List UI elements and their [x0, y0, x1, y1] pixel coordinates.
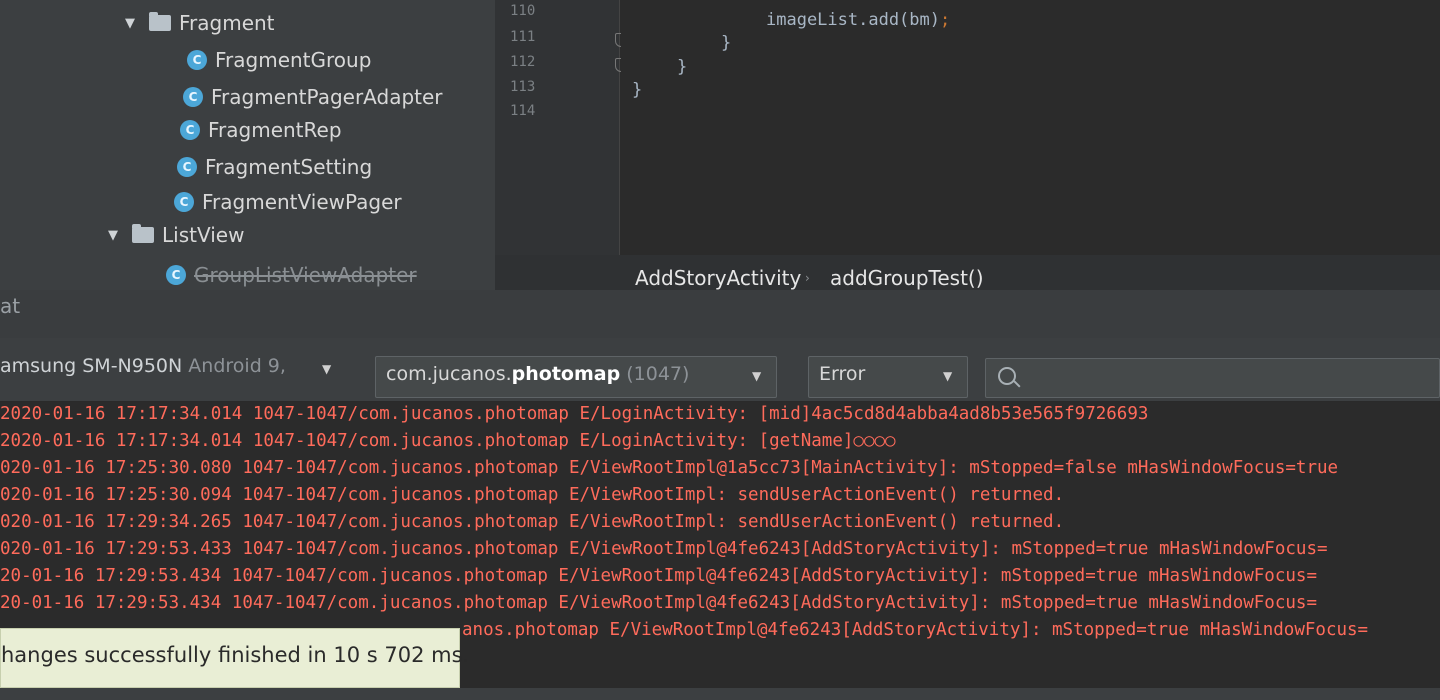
line-number: 114 [510, 103, 536, 119]
class-label: FragmentSetting [205, 155, 373, 179]
logcat-filter-bar: amsung SM-N950N Android 9, ▼ com.jucanos… [0, 338, 1440, 402]
expand-arrow-icon[interactable]: ▼ [125, 16, 141, 31]
class-label: GroupListViewAdapter [194, 263, 417, 287]
expand-arrow-icon[interactable]: ▼ [108, 228, 124, 243]
log-level-value: Error [819, 363, 866, 385]
code-editor[interactable]: imageList.add(bm); } } } [621, 0, 1440, 255]
code-line: imageList.add(bm); [766, 10, 950, 30]
tree-item-class[interactable]: C FragmentPagerAdapter [183, 85, 443, 109]
class-icon: C [187, 50, 207, 70]
log-line: 020-01-16 17:25:30.094 1047-1047/com.juc… [0, 485, 1065, 505]
class-label: FragmentGroup [215, 48, 372, 72]
line-number: 111 [510, 29, 536, 45]
device-selector[interactable]: amsung SM-N950N Android 9, [0, 355, 286, 377]
chevron-right-icon: › [805, 271, 810, 285]
breadcrumb-method[interactable]: addGroupTest() [830, 266, 984, 290]
search-icon[interactable] [998, 367, 1016, 385]
project-tree: ▼ Fragment C FragmentGroup C FragmentPag… [0, 0, 495, 300]
class-label: FragmentRep [208, 118, 342, 142]
build-toast[interactable]: hanges successfully finished in 10 s 702… [0, 628, 469, 688]
device-os: Android 9, [188, 355, 286, 377]
code-line: } [677, 57, 688, 77]
folder-label: ListView [162, 223, 245, 247]
log-line: 020-01-16 17:29:34.265 1047-1047/com.juc… [0, 512, 1065, 532]
device-model: amsung SM-N950N [0, 355, 183, 377]
chevron-down-icon: ▼ [752, 369, 762, 383]
line-number: 113 [510, 79, 536, 95]
tree-folder-listview[interactable]: ▼ ListView [108, 223, 244, 247]
tree-item-class[interactable]: C FragmentGroup [187, 48, 371, 72]
process-name: photomap [511, 363, 621, 385]
class-icon: C [183, 87, 203, 107]
code-line: } [721, 33, 732, 53]
panel-title: at [0, 294, 21, 318]
class-icon: C [174, 192, 194, 212]
code-semicolon: ; [940, 10, 951, 30]
folder-icon [132, 224, 154, 243]
chevron-down-icon: ▼ [943, 369, 953, 383]
log-line: 20-01-16 17:29:53.434 1047-1047/com.juca… [0, 593, 1317, 613]
tree-item-class[interactable]: C GroupListViewAdapter [166, 263, 417, 287]
log-line: 020-01-16 17:25:30.080 1047-1047/com.juc… [0, 458, 1339, 478]
class-icon: C [177, 157, 197, 177]
tree-item-class[interactable]: C FragmentViewPager [174, 190, 402, 214]
search-input[interactable] [985, 358, 1440, 398]
tree-item-class[interactable]: C FragmentRep [180, 118, 342, 142]
editor-gutter: 110 111 112 113 114 [495, 0, 627, 255]
breadcrumb-class[interactable]: AddStoryActivity [635, 266, 801, 290]
process-selector[interactable]: com.jucanos.photomap (1047) ▼ [375, 356, 777, 398]
code-line: } [632, 80, 643, 100]
tree-folder-fragment[interactable]: ▼ Fragment [125, 11, 275, 35]
chevron-down-icon[interactable]: ▼ [322, 362, 331, 376]
log-line: 020-01-16 17:29:53.433 1047-1047/com.juc… [0, 539, 1328, 559]
log-line: 20-01-16 17:29:53.434 1047-1047/com.juca… [0, 566, 1317, 586]
class-icon: C [166, 265, 186, 285]
folder-label: Fragment [179, 11, 275, 35]
line-number: 110 [510, 3, 536, 19]
class-icon: C [180, 120, 200, 140]
folder-icon [149, 12, 171, 31]
status-bar [0, 688, 1440, 700]
code-text: imageList.add(bm) [766, 10, 940, 30]
process-prefix: com.jucanos. [386, 363, 512, 385]
log-line: anos.photomap E/ViewRootImpl@4fe6243[Add… [462, 620, 1369, 640]
tree-item-class[interactable]: C FragmentSetting [177, 155, 372, 179]
log-level-selector[interactable]: Error ▼ [808, 356, 968, 398]
log-line: 2020-01-16 17:17:34.014 1047-1047/com.ju… [0, 431, 896, 451]
class-label: FragmentViewPager [202, 190, 402, 214]
log-line: 2020-01-16 17:17:34.014 1047-1047/com.ju… [0, 404, 1149, 424]
logcat-panel-header: at [0, 290, 1440, 338]
toast-message: hanges successfully finished in 10 s 702… [1, 643, 470, 667]
line-number: 112 [510, 54, 536, 70]
class-label: FragmentPagerAdapter [211, 85, 443, 109]
process-pid: (1047) [626, 363, 690, 385]
